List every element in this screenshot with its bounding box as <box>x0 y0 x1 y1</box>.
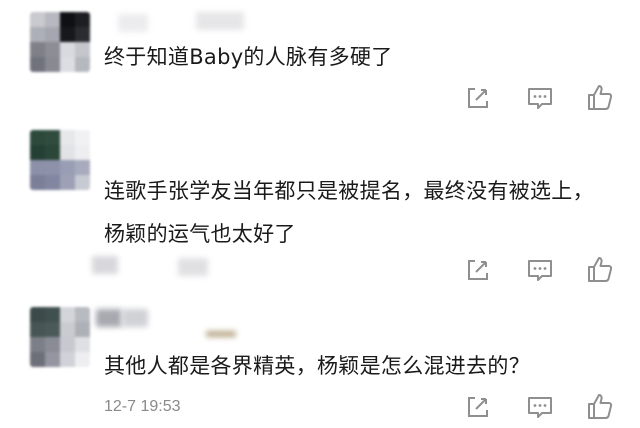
username-blurred[interactable] <box>206 331 236 337</box>
username-blurred[interactable] <box>122 309 148 327</box>
comment-icon[interactable] <box>524 254 556 286</box>
comment-text: 终于知道Baby的人脉有多硬了 <box>104 45 393 69</box>
comment-timestamp: 12-7 19:53 <box>104 398 181 415</box>
avatar[interactable] <box>30 130 90 190</box>
comment-item: 连歌手张学友当年都只是被提名，最终没有被选上，杨颖的运气也太好了 <box>0 120 640 295</box>
comment-actions <box>462 254 622 286</box>
thumbs-up-icon[interactable] <box>584 82 616 114</box>
reply-meta-blurred <box>178 258 208 276</box>
thumbs-up-icon[interactable] <box>584 391 616 423</box>
avatar[interactable] <box>30 307 90 367</box>
comment-actions <box>462 391 622 423</box>
reply-meta-blurred <box>92 256 118 274</box>
edit-icon[interactable] <box>462 82 494 114</box>
comment-icon[interactable] <box>524 82 556 114</box>
edit-icon[interactable] <box>462 254 494 286</box>
edit-icon[interactable] <box>462 391 494 423</box>
username-blurred[interactable] <box>96 309 122 327</box>
avatar[interactable] <box>30 12 90 72</box>
comment-text: 其他人都是各界精英，杨颖是怎么混进去的？ <box>104 354 530 378</box>
comment-list: 终于知道Baby的人脉有多硬了 连歌手张学友当年都只是被提名，最终没有被选上，杨… <box>0 0 640 428</box>
comment-item: 其他人都是各界精英，杨颖是怎么混进去的？ 12-7 19:53 <box>0 295 640 428</box>
comment-item: 终于知道Baby的人脉有多硬了 <box>0 0 640 120</box>
thumbs-up-icon[interactable] <box>584 254 616 286</box>
comment-actions <box>462 82 622 114</box>
comment-text: 连歌手张学友当年都只是被提名，最终没有被选上，杨颖的运气也太好了 <box>104 179 594 246</box>
username-blurred[interactable] <box>118 14 148 32</box>
comment-icon[interactable] <box>524 391 556 423</box>
username-blurred[interactable] <box>196 12 244 30</box>
